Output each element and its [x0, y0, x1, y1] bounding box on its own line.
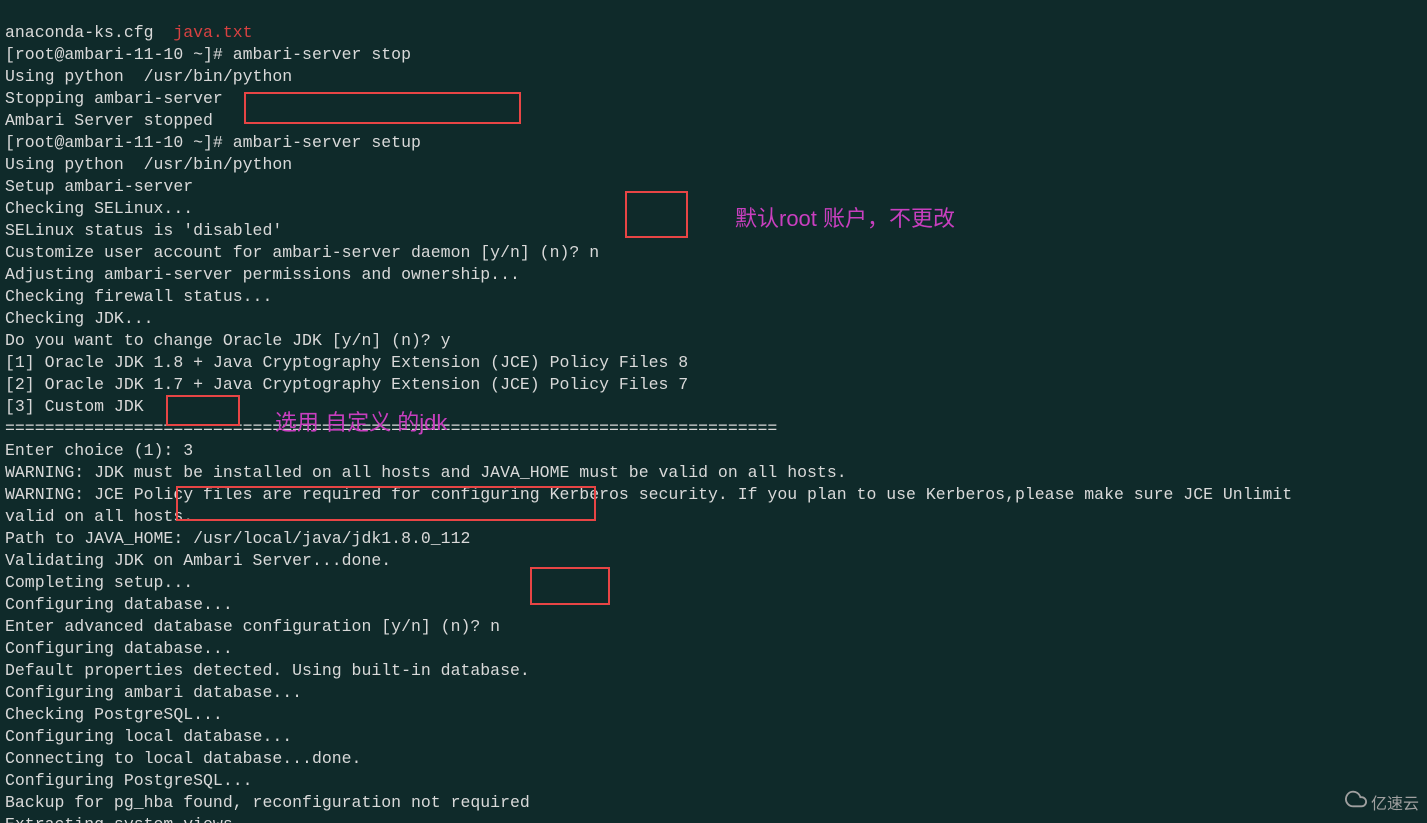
output-line: Configuring database... — [5, 595, 233, 614]
output-line: Default properties detected. Using built… — [5, 661, 530, 680]
output-line: Enter choice (1): 3 — [5, 441, 193, 460]
output-line: Checking SELinux... — [5, 199, 193, 218]
annotation-root-account: 默认root 账户，不更改 — [735, 208, 955, 230]
output-line: ========================================… — [5, 419, 777, 438]
output-line: Setup ambari-server — [5, 177, 193, 196]
output-line: Adjusting ambari-server permissions and … — [5, 265, 520, 284]
output-line: [root@ambari-11-10 ~]# ambari-server sto… — [5, 45, 411, 64]
output-line: Checking firewall status... — [5, 287, 272, 306]
output-line: Checking PostgreSQL... — [5, 705, 223, 724]
output-line: Ambari Server stopped — [5, 111, 213, 130]
output-line: Enter advanced database configuration [y… — [5, 617, 500, 636]
output-line: Checking JDK... — [5, 309, 154, 328]
output-line: WARNING: JDK must be installed on all ho… — [5, 463, 847, 482]
highlight-box-db-n — [530, 567, 610, 605]
output-line: Completing setup... — [5, 573, 193, 592]
highlight-box-setup — [244, 92, 521, 124]
output-line: [2] Oracle JDK 1.7 + Java Cryptography E… — [5, 375, 688, 394]
output-line: Using python /usr/bin/python — [5, 155, 292, 174]
output-line: anaconda-ks.cfg java.txt — [5, 23, 253, 42]
output-line: valid on all hosts. — [5, 507, 193, 526]
output-line: SELinux status is 'disabled' — [5, 221, 282, 240]
output-line: WARNING: JCE Policy files are required f… — [5, 485, 1292, 504]
output-line: Configuring ambari database... — [5, 683, 302, 702]
terminal-output[interactable]: anaconda-ks.cfg java.txt [root@ambari-11… — [0, 0, 1427, 823]
output-line: Configuring database... — [5, 639, 233, 658]
output-line: Extracting system views... — [5, 815, 262, 823]
output-line: Using python /usr/bin/python — [5, 67, 292, 86]
output-line: Validating JDK on Ambari Server...done. — [5, 551, 391, 570]
output-line: [3] Custom JDK — [5, 397, 144, 416]
output-line: Configuring local database... — [5, 727, 292, 746]
output-line: Connecting to local database...done. — [5, 749, 361, 768]
output-line: Do you want to change Oracle JDK [y/n] (… — [5, 331, 451, 350]
output-line: Configuring PostgreSQL... — [5, 771, 253, 790]
output-line: Backup for pg_hba found, reconfiguration… — [5, 793, 530, 812]
output-line: Path to JAVA_HOME: /usr/local/java/jdk1.… — [5, 529, 470, 548]
highlight-box-account-n — [625, 191, 688, 238]
output-line: [root@ambari-11-10 ~]# ambari-server set… — [5, 133, 421, 152]
output-line: Customize user account for ambari-server… — [5, 243, 599, 262]
output-line: Stopping ambari-server — [5, 89, 223, 108]
output-line: [1] Oracle JDK 1.8 + Java Cryptography E… — [5, 353, 688, 372]
